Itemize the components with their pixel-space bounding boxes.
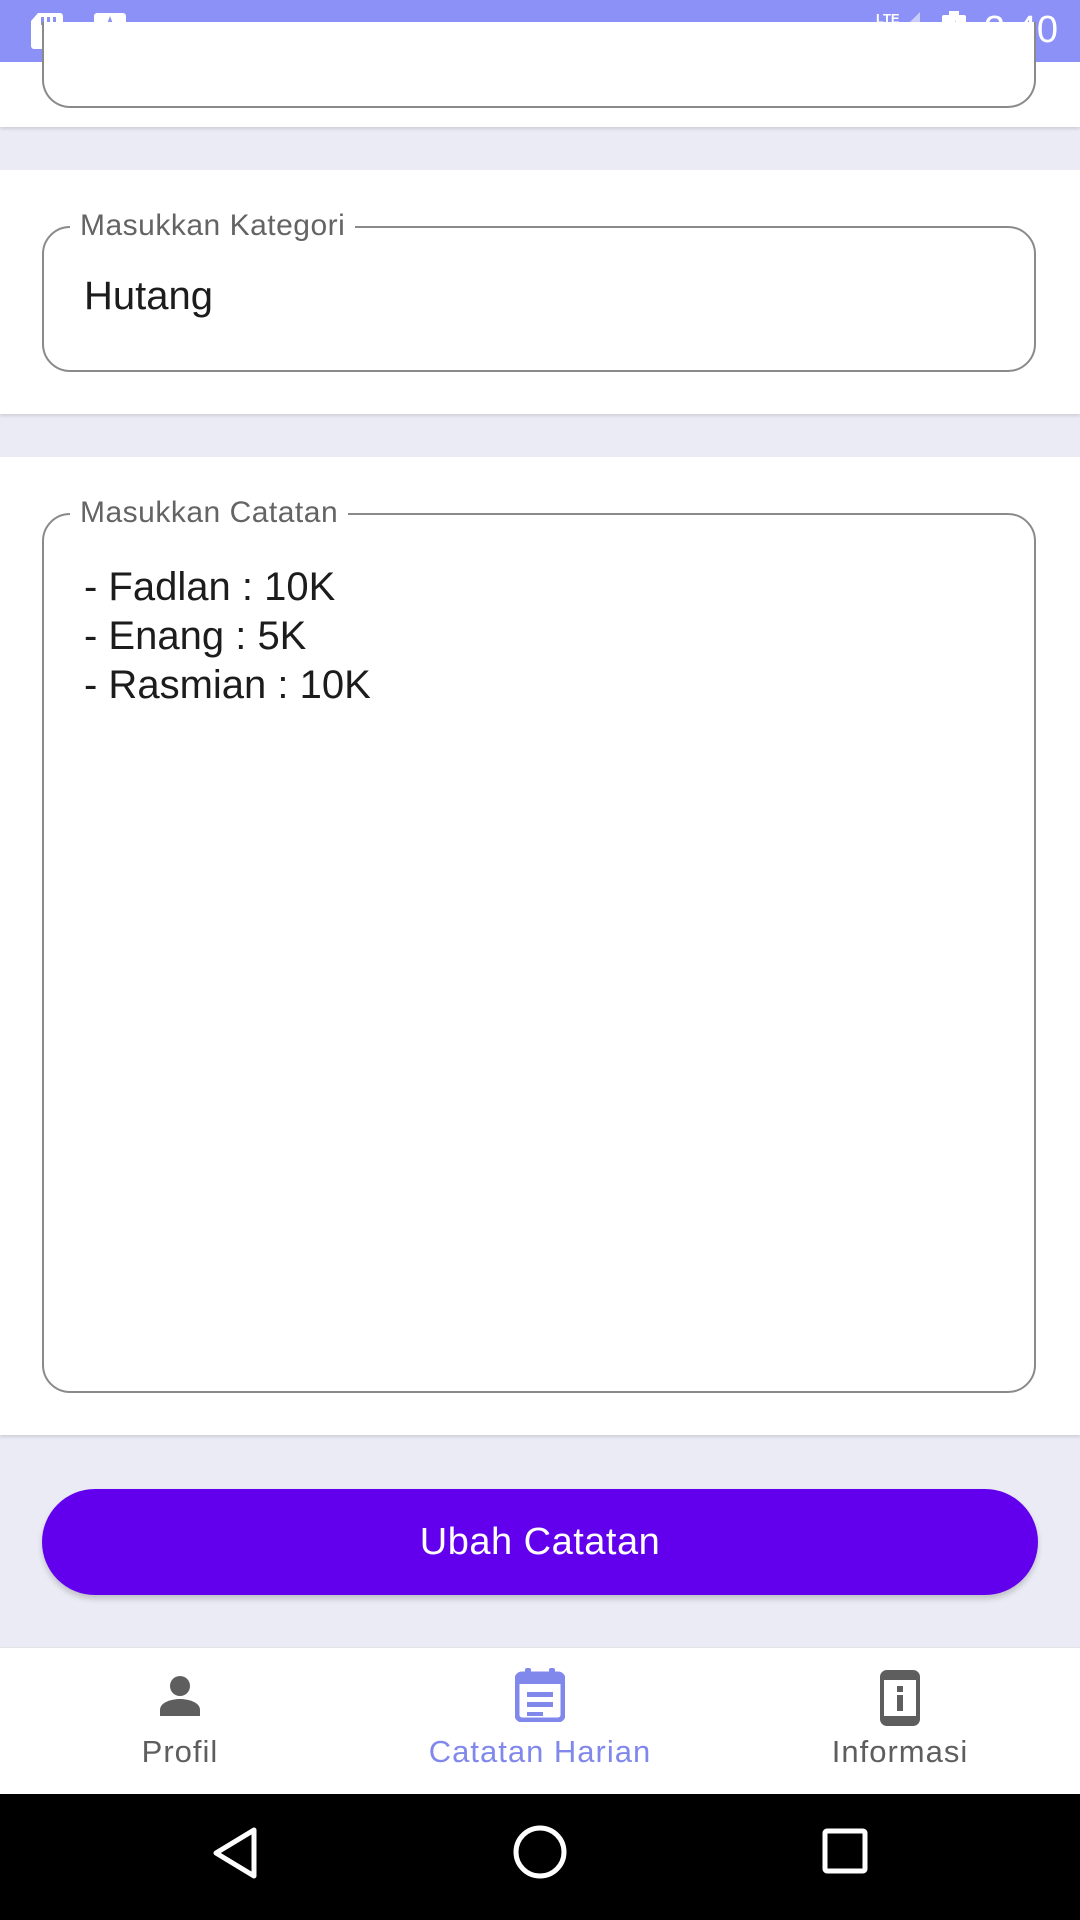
category-label: Masukkan Kategori [70, 208, 356, 244]
notes-line: - Fadlan : 10K [84, 565, 336, 609]
nav-item-catatan-harian[interactable]: Catatan Harian [360, 1648, 720, 1795]
category-value: Hutang [84, 274, 213, 318]
nav-item-informasi[interactable]: Informasi [720, 1648, 1080, 1795]
notes-label: Masukkan Catatan [70, 495, 349, 531]
home-icon[interactable] [512, 1824, 568, 1885]
nav-item-profil[interactable]: Profil [0, 1648, 360, 1795]
calendar-note-icon [514, 1668, 566, 1727]
notes-text: - Fadlan : 10K - Enang : 5K - Rasmian : … [84, 563, 371, 710]
nav-label: Profil [141, 1734, 219, 1769]
recents-icon[interactable] [822, 1828, 868, 1879]
update-note-button[interactable]: Ubah Catatan [42, 1489, 1038, 1595]
previous-card [0, 22, 1080, 127]
nav-label: Catatan Harian [428, 1734, 652, 1769]
person-icon [156, 1672, 204, 1725]
notes-card: Masukkan Catatan - Fadlan : 10K - Enang … [0, 457, 1080, 1435]
notes-input[interactable]: Masukkan Catatan - Fadlan : 10K - Enang … [42, 495, 1036, 1393]
info-device-icon [880, 1670, 920, 1731]
notes-line: - Rasmian : 10K [84, 663, 371, 707]
previous-field[interactable] [42, 22, 1036, 108]
category-card: Masukkan Kategori Hutang [0, 170, 1080, 414]
nav-label: Informasi [831, 1734, 969, 1769]
bottom-navigation: Profil Catatan Harian Informasi [0, 1647, 1080, 1795]
notes-line: - Enang : 5K [84, 614, 307, 658]
back-icon[interactable] [212, 1826, 258, 1885]
system-navigation-bar [0, 1794, 1080, 1920]
category-input[interactable]: Masukkan Kategori Hutang [42, 208, 1036, 372]
